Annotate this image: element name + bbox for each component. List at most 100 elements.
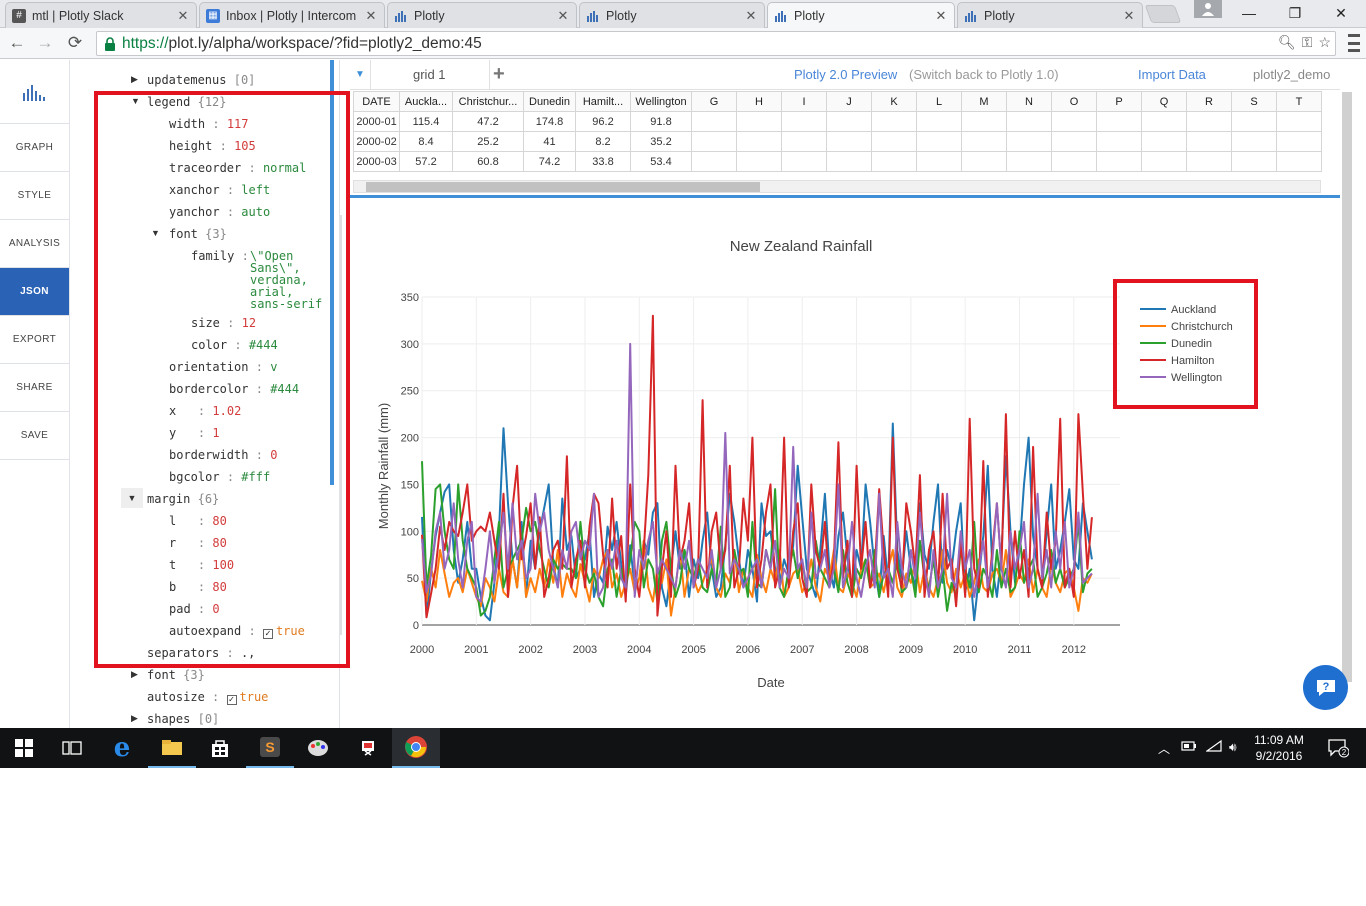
grid-cell[interactable] (1231, 131, 1277, 152)
grid-cell[interactable]: 2000-02 (353, 131, 400, 152)
import-data-link[interactable]: Import Data (1138, 67, 1206, 82)
browser-tab-slack[interactable]: # mtl | Plotly Slack ✕ (5, 2, 197, 28)
grid-cell[interactable] (916, 151, 962, 172)
grid-cell[interactable] (1006, 131, 1052, 152)
grid-cell[interactable]: 8.4 (399, 131, 453, 152)
system-clock[interactable]: 11:09 AM 9/2/2016 (1249, 732, 1309, 764)
edge-browser-icon[interactable]: e (98, 728, 146, 768)
grid-cell[interactable]: 2000-01 (353, 111, 400, 132)
grid-chart-divider[interactable] (350, 195, 1340, 198)
grid-cell[interactable]: 2000-03 (353, 151, 400, 172)
json-node-updatemenus[interactable]: updatemenus [0] (147, 74, 255, 86)
grid-cell[interactable] (736, 151, 782, 172)
grid-cell[interactable] (736, 131, 782, 152)
column-header[interactable]: Auckla... (399, 91, 453, 112)
grid-cell[interactable] (781, 151, 827, 172)
paint-icon[interactable] (294, 728, 342, 768)
grid-cell[interactable]: 33.8 (575, 151, 631, 172)
forward-arrow-icon[interactable]: → (34, 32, 56, 54)
column-header[interactable]: P (1096, 91, 1142, 112)
grid-cell[interactable] (1141, 131, 1187, 152)
grid-cell[interactable]: 8.2 (575, 131, 631, 152)
back-arrow-icon[interactable]: ← (6, 32, 28, 54)
grid-cell[interactable] (961, 131, 1007, 152)
column-header[interactable]: K (871, 91, 917, 112)
grid-tab[interactable]: grid 1 (370, 60, 490, 90)
minimize-icon[interactable]: — (1226, 0, 1272, 26)
grid-cell[interactable] (1051, 151, 1097, 172)
series-line-hamilton[interactable] (421, 314, 1093, 619)
expand-triangle-icon[interactable]: ▶ (131, 669, 138, 680)
sidebar-item-analysis[interactable]: ANALYSIS (0, 220, 69, 268)
grid-cell[interactable] (691, 151, 737, 172)
grid-cell[interactable]: 57.2 (399, 151, 453, 172)
sidebar-item-graph[interactable]: GRAPH (0, 124, 69, 172)
grid-cell[interactable] (871, 151, 917, 172)
column-header[interactable]: R (1186, 91, 1232, 112)
grid-cell[interactable]: 96.2 (575, 111, 631, 132)
column-header[interactable]: T (1276, 91, 1322, 112)
grid-cell[interactable] (1231, 111, 1277, 132)
grid-cell[interactable] (961, 111, 1007, 132)
grid-cell[interactable] (826, 131, 872, 152)
grid-cell[interactable] (871, 111, 917, 132)
close-icon[interactable]: ✕ (744, 8, 758, 24)
column-header[interactable]: N (1006, 91, 1052, 112)
grid-cell[interactable] (1006, 151, 1052, 172)
grid-cell[interactable] (781, 131, 827, 152)
zoom-icon[interactable]: 🔍︎ (1278, 34, 1296, 51)
column-header[interactable]: J (826, 91, 872, 112)
grid-menu-caret-icon[interactable]: ▼ (355, 69, 365, 80)
wifi-icon[interactable] (1205, 739, 1222, 755)
grid-cell[interactable] (961, 151, 1007, 172)
reload-icon[interactable]: ⟳ (64, 32, 86, 54)
grid-cell[interactable] (1276, 151, 1322, 172)
battery-icon[interactable] (1181, 740, 1197, 755)
grid-cell[interactable]: 53.4 (630, 151, 692, 172)
switch-back-link[interactable]: (Switch back to Plotly 1.0) (909, 67, 1059, 82)
close-icon[interactable]: ✕ (364, 8, 378, 24)
json-node-shapes[interactable]: shapes [0] (147, 713, 219, 725)
column-header[interactable]: G (691, 91, 737, 112)
plotly-logo-icon[interactable] (0, 60, 69, 124)
column-header[interactable]: I (781, 91, 827, 112)
address-bar[interactable]: https://plot.ly/alpha/workspace/?fid=plo… (96, 31, 1336, 56)
bookmark-star-icon[interactable]: ☆ (1318, 34, 1331, 51)
column-header[interactable]: Wellington (630, 91, 692, 112)
expand-triangle-icon[interactable]: ▶ (131, 74, 138, 85)
column-header[interactable]: Q (1141, 91, 1187, 112)
grid-cell[interactable]: 25.2 (452, 131, 524, 152)
grid-cell[interactable]: 41 (523, 131, 576, 152)
sublime-text-icon[interactable]: S (246, 728, 294, 768)
grid-cell[interactable]: 74.2 (523, 151, 576, 172)
grid-cell[interactable]: 60.8 (452, 151, 524, 172)
column-header[interactable]: S (1231, 91, 1277, 112)
grid-cell[interactable] (1096, 131, 1142, 152)
grid-cell[interactable] (1051, 131, 1097, 152)
close-icon[interactable]: ✕ (556, 8, 570, 24)
grid-scroll-thumb[interactable] (366, 182, 760, 192)
help-chat-button[interactable]: ? (1303, 665, 1348, 710)
close-icon[interactable]: ✕ (176, 8, 190, 24)
column-header[interactable]: Dunedin (523, 91, 576, 112)
close-icon[interactable]: ✕ (1122, 8, 1136, 24)
grid-cell[interactable] (1141, 151, 1187, 172)
close-window-icon[interactable]: ✕ (1318, 0, 1364, 26)
browser-tab-plotly-3[interactable]: Plotly ✕ (957, 2, 1143, 28)
key-icon[interactable]: ⚿ (1302, 34, 1313, 51)
json-node-font-root[interactable]: font {3} (147, 669, 205, 681)
snipping-tool-icon[interactable] (344, 728, 392, 768)
column-header[interactable]: L (916, 91, 962, 112)
browser-tab-plotly-1[interactable]: Plotly ✕ (387, 2, 577, 28)
grid-cell[interactable] (691, 111, 737, 132)
grid-cell[interactable] (871, 131, 917, 152)
grid-cell[interactable] (1186, 151, 1232, 172)
column-header[interactable]: Christchur... (452, 91, 524, 112)
add-grid-icon[interactable]: + (493, 63, 505, 86)
close-icon[interactable]: ✕ (934, 8, 948, 24)
grid-cell[interactable] (1141, 111, 1187, 132)
column-header[interactable]: H (736, 91, 782, 112)
file-explorer-icon[interactable] (148, 728, 196, 768)
chrome-browser-icon[interactable] (392, 728, 440, 768)
notifications-icon[interactable]: 2 (1316, 728, 1360, 768)
